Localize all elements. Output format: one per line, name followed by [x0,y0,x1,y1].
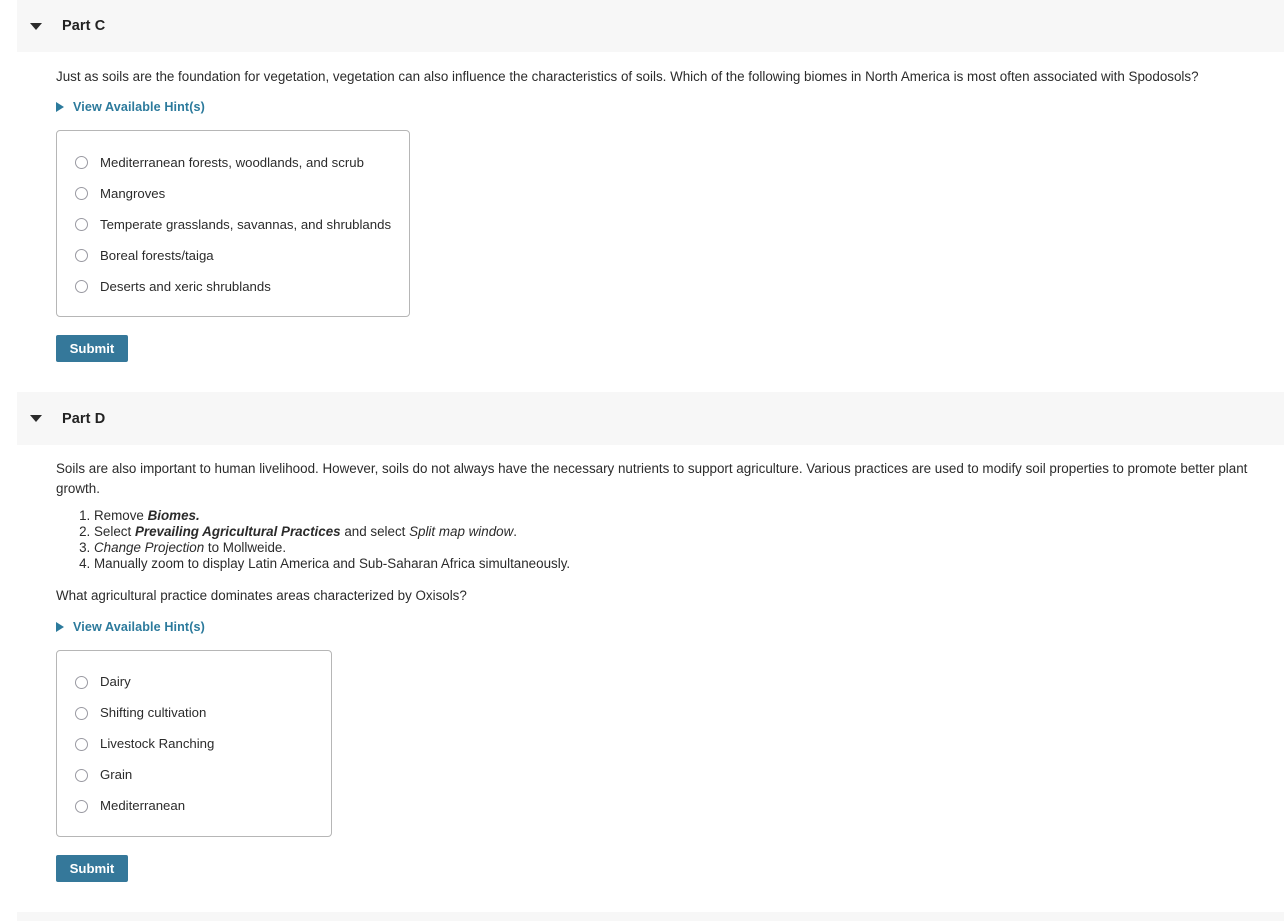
option-label: Dairy [100,674,131,690]
instruction-item: Manually zoom to display Latin America a… [94,556,1264,572]
chevron-down-icon[interactable] [30,22,42,30]
part-c-options-group: Mediterranean forests, woodlands, and sc… [56,130,410,318]
radio-button[interactable] [75,675,88,689]
radio-button[interactable] [75,249,88,263]
part-c-question: Just as soils are the foundation for veg… [56,69,1199,84]
part-d-hint-label: View Available Hint(s) [73,619,205,634]
instruction-italic: Change Projection [94,540,205,556]
part-d-options-group: Dairy Shifting cultivation Livestock Ran… [56,649,332,837]
option-row[interactable]: Grain [57,760,331,791]
assignment-page: Part C Just as soils are the foundation … [0,0,1284,921]
option-row[interactable]: Deserts and xeric shrublands [57,271,409,302]
instruction-post: . [513,524,518,540]
part-d-hint-toggle[interactable]: View Available Hint(s) [56,620,205,634]
part-c-submit-button[interactable]: Submit [56,335,128,363]
option-row[interactable]: Mangroves [57,178,409,209]
instruction-pre: Remove [94,508,148,524]
radio-button[interactable] [75,156,88,170]
option-row[interactable]: Dairy [57,667,331,698]
part-c-hint-label: View Available Hint(s) [73,100,205,115]
part-d-submit-button[interactable]: Submit [56,854,128,882]
option-row[interactable]: Livestock Ranching [57,729,331,760]
radio-button[interactable] [75,218,88,232]
option-label: Deserts and xeric shrublands [100,279,271,295]
radio-button[interactable] [75,280,88,294]
instruction-emphasis: Biomes. [147,508,200,524]
part-d-question: What agricultural practice dominates are… [56,588,467,604]
part-c-hint-toggle[interactable]: View Available Hint(s) [56,100,205,114]
option-label: Mediterranean forests, woodlands, and sc… [100,155,364,171]
triangle-right-icon [56,621,64,632]
option-label: Livestock Ranching [100,736,215,752]
radio-button[interactable] [75,706,88,720]
radio-button[interactable] [75,768,88,782]
instruction-post: to Mollweide. [204,540,287,556]
radio-button[interactable] [75,187,88,201]
chevron-down-icon[interactable] [30,415,42,423]
instruction-item: Change Projection to Mollweide. [94,540,1264,556]
instruction-mid: and select [340,524,410,540]
instruction-pre: Manually zoom to display Latin America a… [94,556,571,572]
part-d-header[interactable]: Part D [17,392,1284,446]
option-row[interactable]: Temperate grasslands, savannas, and shru… [57,209,409,240]
instruction-item: Select Prevailing Agricultural Practices… [94,524,1264,540]
option-row[interactable]: Shifting cultivation [57,698,331,729]
next-part-header[interactable] [17,911,1284,921]
part-c-header[interactable]: Part C [17,0,1284,52]
option-label: Shifting cultivation [100,705,207,721]
instruction-italic: Split map window [409,524,514,540]
triangle-right-icon [56,102,64,113]
option-label: Boreal forests/taiga [100,248,214,264]
option-label: Mediterranean [100,798,186,814]
part-c-title: Part C [62,18,106,34]
part-d-intro: Soils are also important to human liveli… [56,461,1248,496]
option-label: Temperate grasslands, savannas, and shru… [100,217,392,233]
part-c-body: Just as soils are the foundation for veg… [0,52,1284,363]
instruction-item: Remove Biomes. [94,508,1264,524]
part-d-title: Part D [62,410,106,427]
option-row[interactable]: Mediterranean forests, woodlands, and sc… [57,147,409,178]
instruction-pre: Select [94,524,135,540]
radio-button[interactable] [75,799,88,813]
radio-button[interactable] [75,737,88,751]
option-label: Mangroves [100,186,166,202]
option-row[interactable]: Mediterranean [57,791,331,822]
part-d-instruction-list: Remove Biomes. Select Prevailing Agricul… [56,508,1264,572]
instruction-emphasis: Prevailing Agricultural Practices [134,524,341,540]
part-d-body: Soils are also important to human liveli… [0,445,1284,882]
option-row[interactable]: Boreal forests/taiga [57,240,409,271]
option-label: Grain [100,767,133,783]
